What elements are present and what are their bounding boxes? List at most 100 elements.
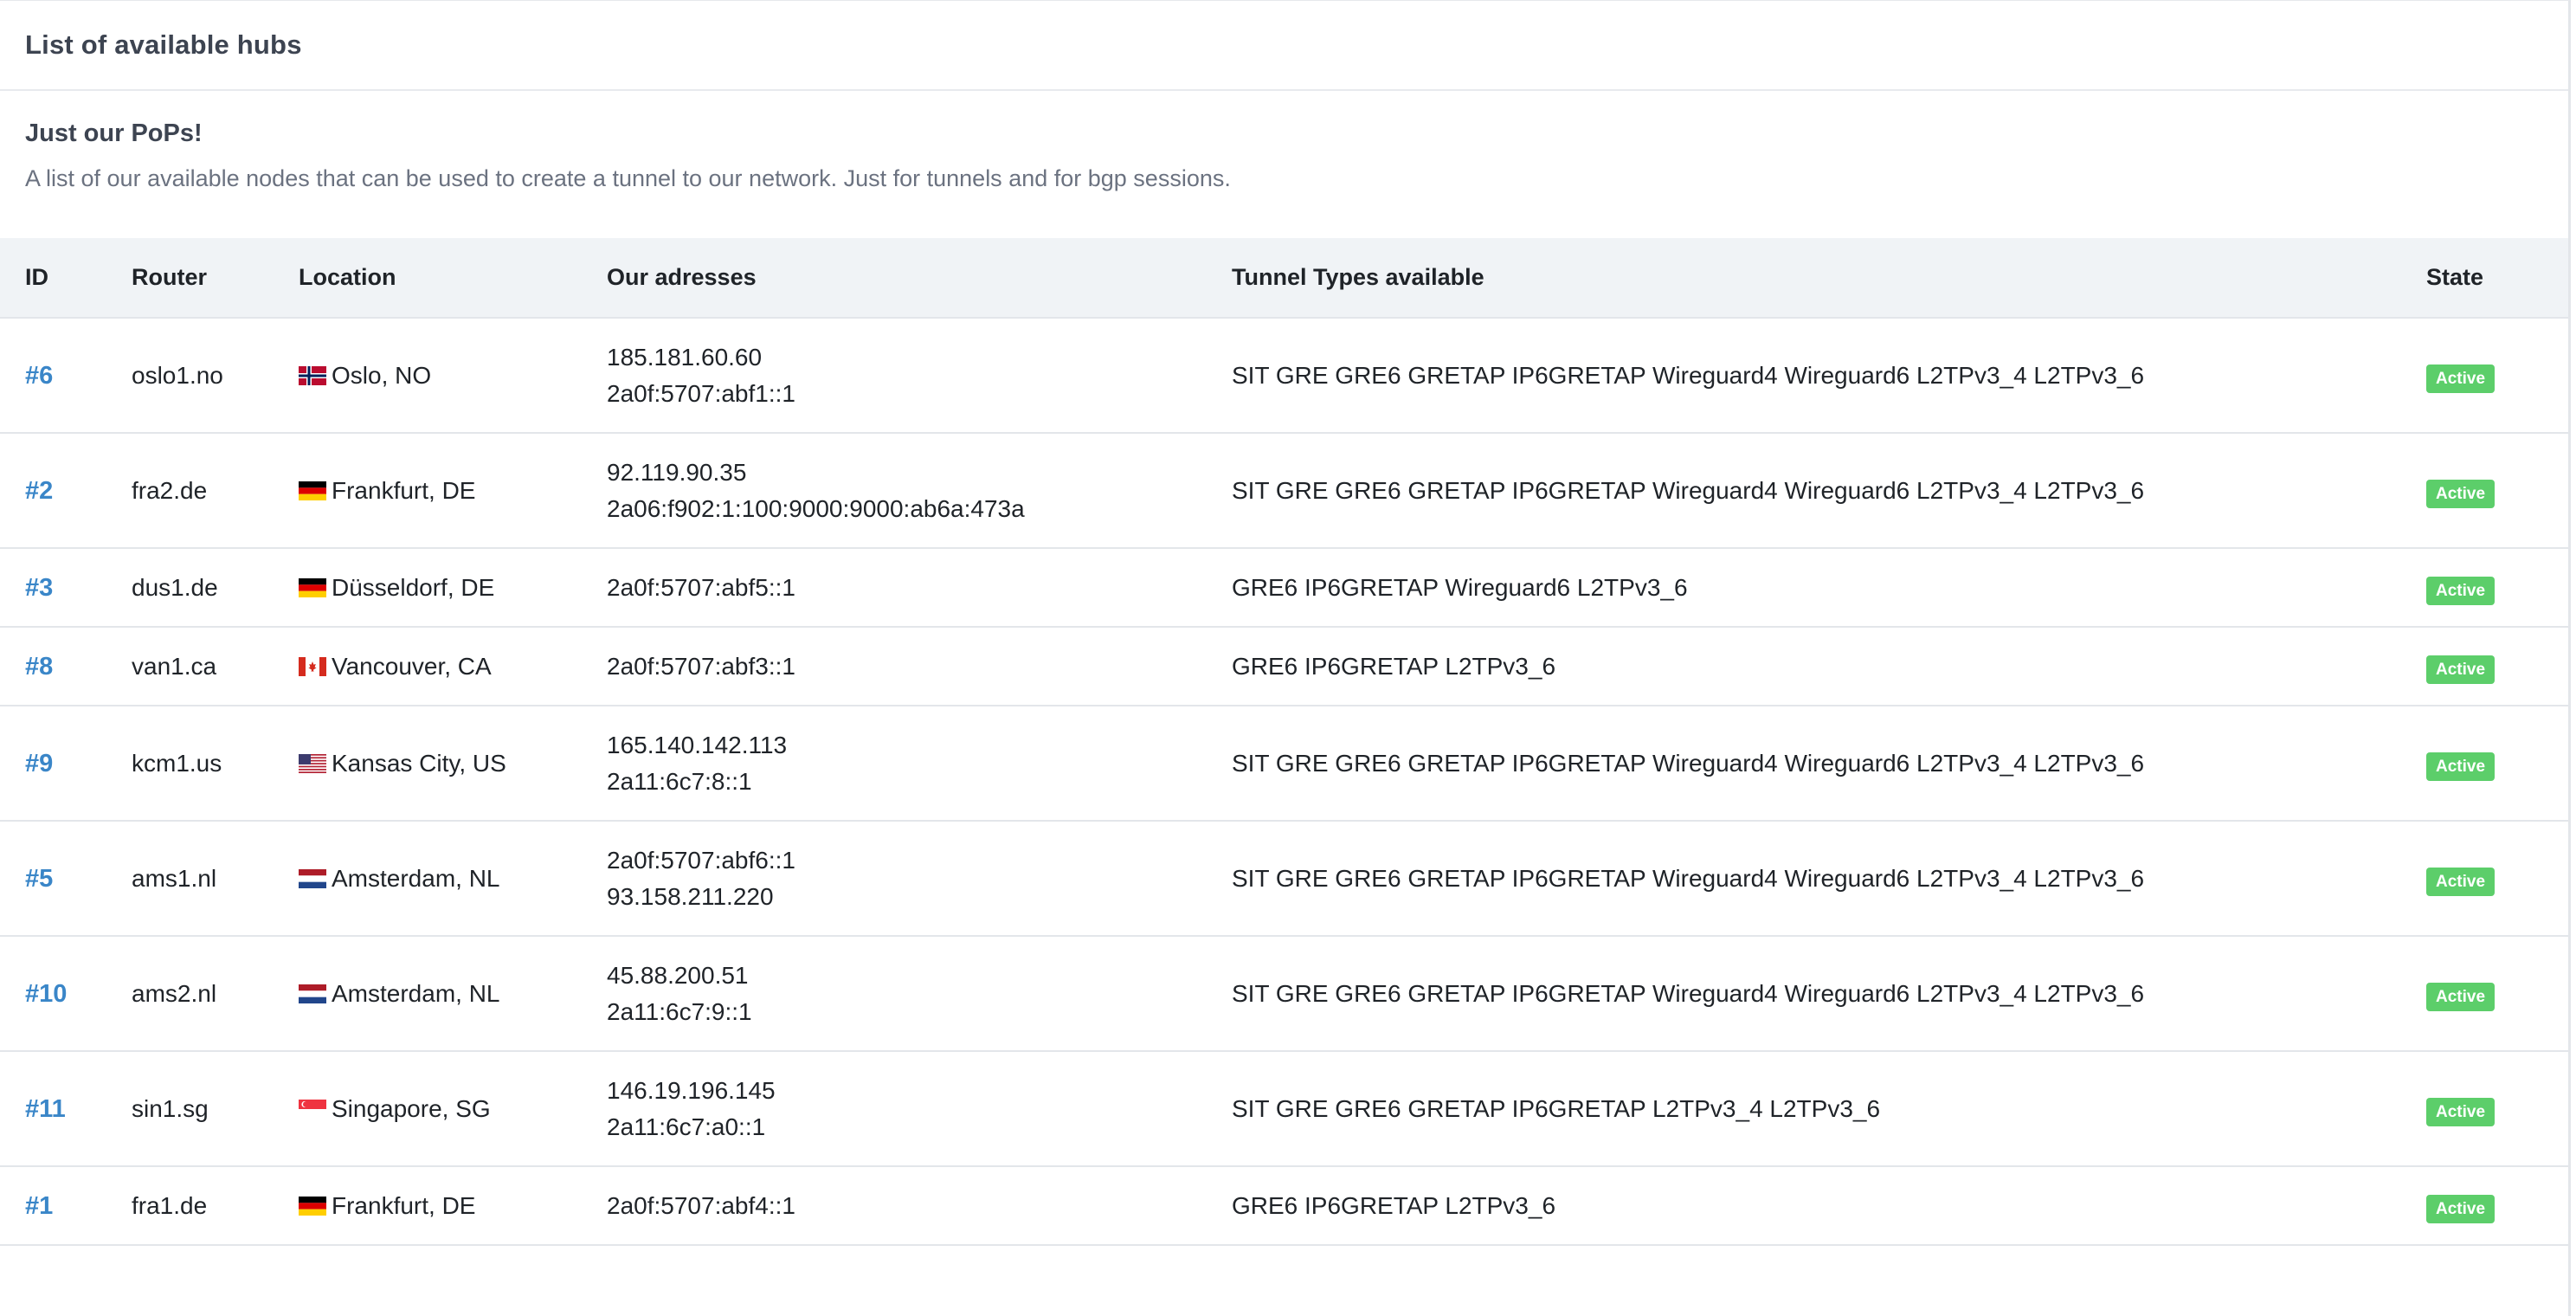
flag-germany-icon [299, 577, 326, 597]
cell-tunnel-types: SIT GRE GRE6 GRETAP IP6GRETAP Wireguard4… [1232, 936, 2426, 1052]
status-badge: Active [2426, 982, 2496, 1011]
cell-id: #1 [0, 1166, 132, 1246]
cell-state: Active [2426, 706, 2568, 822]
cell-tunnel-types: SIT GRE GRE6 GRETAP IP6GRETAP Wireguard4… [1232, 706, 2426, 822]
cell-tunnel-types: SIT GRE GRE6 GRETAP IP6GRETAP L2TPv3_4 L… [1232, 1051, 2426, 1167]
table-row: #1 fra1.de Frankfurt, DE 2a0f:5707:abf4::1 G… [0, 1166, 2568, 1246]
column-header-id: ID [0, 238, 132, 319]
location-label: Singapore, SG [332, 1094, 491, 1122]
table-row: #10 ams2.nl Amsterdam, NL 45.88.200.51 2a11:… [0, 936, 2568, 1052]
flag-canada-icon [299, 656, 326, 676]
cell-router: van1.ca [132, 627, 299, 706]
cell-location: Oslo, NO [299, 318, 607, 434]
cell-addresses: 146.19.196.1452a11:6c7:a0::1 [607, 1051, 1232, 1167]
hub-id-link[interactable]: #6 [25, 362, 53, 390]
cell-router: ams1.nl [132, 821, 299, 937]
status-badge: Active [2426, 1097, 2496, 1126]
table-row: #9 kcm1.us Kansas City, US 165.140.142.113 2… [0, 706, 2568, 822]
address-line: 92.119.90.35 [607, 458, 747, 486]
location-label: Frankfurt, DE [332, 476, 476, 504]
cell-id: #10 [0, 936, 132, 1052]
address-line: 2a0f:5707:abf4::1 [607, 1191, 795, 1219]
card-header: List of available hubs [0, 1, 2568, 91]
status-badge: Active [2426, 364, 2496, 393]
hub-id-link[interactable]: #3 [25, 574, 53, 602]
cell-location: Frankfurt, DE [299, 1166, 607, 1246]
address-line: 2a11:6c7:a0::1 [607, 1113, 766, 1140]
cell-id: #6 [0, 318, 132, 434]
table-row: #2 fra2.de Frankfurt, DE 92.119.90.35 2a06:f… [0, 433, 2568, 549]
table-row: #5 ams1.nl Amsterdam, NL 2a0f:5707:abf6::19… [0, 821, 2568, 937]
status-badge: Active [2426, 655, 2496, 684]
cell-router: fra1.de [132, 1166, 299, 1246]
cell-location: Singapore, SG [299, 1051, 607, 1167]
cell-addresses: 92.119.90.35 2a06:f902:1:100:9000:9000:ab… [607, 433, 1232, 549]
intro-description: A list of our available nodes that can b… [25, 165, 1231, 191]
intro-section: Just our PoPs! A list of our available n… [0, 91, 2568, 238]
cell-router: ams2.nl [132, 936, 299, 1052]
hub-id-link[interactable]: #8 [25, 653, 53, 681]
status-badge: Active [2426, 867, 2496, 896]
location-label: Vancouver, CA [332, 652, 492, 680]
flag-netherlands-icon [299, 868, 326, 888]
table-body: #6 oslo1.no Oslo, NO 185.181.60.60 2a0f:5707… [0, 318, 2568, 1246]
address-line: 165.140.142.113 [607, 731, 788, 758]
address-line: 93.158.211.220 [607, 882, 774, 910]
hub-id-link[interactable]: #2 [25, 477, 53, 505]
hub-id-link[interactable]: #10 [25, 980, 67, 1008]
cell-tunnel-types: SIT GRE GRE6 GRETAP IP6GRETAP Wireguard4… [1232, 821, 2426, 937]
intro-heading: Just our PoPs! [25, 119, 203, 147]
cell-id: #11 [0, 1051, 132, 1167]
column-header-state: State [2426, 238, 2568, 319]
hub-id-link[interactable]: #1 [25, 1192, 53, 1220]
cell-location: Kansas City, US [299, 706, 607, 822]
cell-location: Frankfurt, DE [299, 433, 607, 549]
cell-location: Düsseldorf, DE [299, 548, 607, 628]
hub-id-link[interactable]: #11 [25, 1095, 66, 1123]
flag-usa-icon [299, 753, 326, 773]
cell-tunnel-types: GRE6 IP6GRETAP L2TPv3_6 [1232, 627, 2426, 706]
status-badge: Active [2426, 1194, 2496, 1223]
cell-addresses: 45.88.200.51 2a11:6c7:9::1 [607, 936, 1232, 1052]
location-label: Amsterdam, NL [332, 864, 500, 892]
flag-norway-icon [299, 365, 326, 385]
cell-addresses: 2a0f:5707:abf6::193.158.211.220 [607, 821, 1232, 937]
location-label: Frankfurt, DE [332, 1191, 476, 1219]
cell-location: Amsterdam, NL [299, 821, 607, 937]
status-badge: Active [2426, 576, 2496, 605]
cell-tunnel-types: SIT GRE GRE6 GRETAP IP6GRETAP Wireguard4… [1232, 433, 2426, 549]
cell-state: Active [2426, 1051, 2568, 1167]
address-line: 146.19.196.145 [607, 1076, 776, 1104]
table-row: #3 dus1.de Düsseldorf, DE 2a0f:5707:abf5::1… [0, 548, 2568, 628]
status-badge: Active [2426, 752, 2496, 781]
column-header-router: Router [132, 238, 299, 319]
flag-germany-icon [299, 1196, 326, 1216]
cell-state: Active [2426, 627, 2568, 706]
cell-state: Active [2426, 318, 2568, 434]
location-label: Düsseldorf, DE [332, 573, 495, 601]
address-line: 2a11:6c7:8::1 [607, 767, 752, 795]
status-badge: Active [2426, 479, 2496, 508]
cell-router: kcm1.us [132, 706, 299, 822]
location-label: Amsterdam, NL [332, 979, 500, 1007]
address-line: 2a0f:5707:abf3::1 [607, 652, 795, 680]
hub-id-link[interactable]: #5 [25, 865, 53, 893]
cell-id: #3 [0, 548, 132, 628]
flag-netherlands-icon [299, 984, 326, 1003]
address-line: 2a0f:5707:abf6::1 [607, 846, 795, 874]
hub-id-link[interactable]: #9 [25, 750, 53, 777]
cell-router: dus1.de [132, 548, 299, 628]
cell-id: #9 [0, 706, 132, 822]
page-title: List of available hubs [25, 29, 302, 60]
cell-tunnel-types: GRE6 IP6GRETAP L2TPv3_6 [1232, 1166, 2426, 1246]
column-header-addresses: Our adresses [607, 238, 1232, 319]
cell-router: sin1.sg [132, 1051, 299, 1167]
table-row: #8 van1.ca Vancouver, CA 2a0f:5707:abf3::1 G… [0, 627, 2568, 706]
cell-addresses: 2a0f:5707:abf5::1 [607, 548, 1232, 628]
cell-addresses: 2a0f:5707:abf3::1 [607, 627, 1232, 706]
cell-id: #2 [0, 433, 132, 549]
cell-addresses: 165.140.142.1132a11:6c7:8::1 [607, 706, 1232, 822]
table-header-row: ID Router Location Our adresses Tunnel T… [0, 238, 2568, 319]
cell-state: Active [2426, 821, 2568, 937]
cell-state: Active [2426, 433, 2568, 549]
